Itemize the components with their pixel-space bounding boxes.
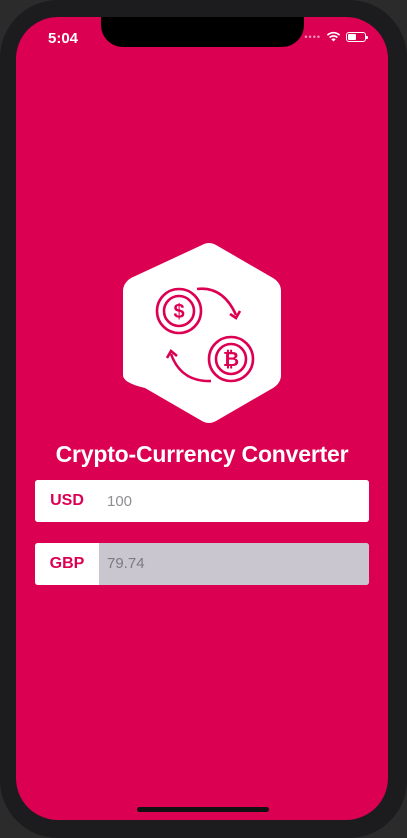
signal-dots-icon: •••• xyxy=(304,31,321,42)
app-title: Crypto-Currency Converter xyxy=(55,441,349,467)
battery-icon xyxy=(346,31,368,42)
gbp-amount-output: 79.74 xyxy=(99,543,369,585)
status-icons: •••• xyxy=(304,31,368,42)
app-screen: 5:04 •••• $ ₿ Crypto-Currency Converter … xyxy=(16,17,388,820)
svg-text:₿: ₿ xyxy=(223,349,239,371)
svg-text:$: $ xyxy=(173,301,184,323)
gbp-code-label: GBP xyxy=(35,543,99,585)
gbp-row: GBP 79.74 xyxy=(35,543,369,585)
device-notch xyxy=(101,17,304,47)
usd-row: USD xyxy=(35,480,369,522)
home-indicator[interactable] xyxy=(137,807,269,812)
status-time: 5:04 xyxy=(48,30,79,47)
crypto-exchange-icon: $ ₿ xyxy=(123,243,281,423)
wifi-icon xyxy=(326,31,341,42)
phone-frame: 5:04 •••• $ ₿ Crypto-Currency Converter … xyxy=(0,0,407,838)
usd-amount-input[interactable] xyxy=(99,480,369,522)
usd-code-label: USD xyxy=(35,480,99,522)
